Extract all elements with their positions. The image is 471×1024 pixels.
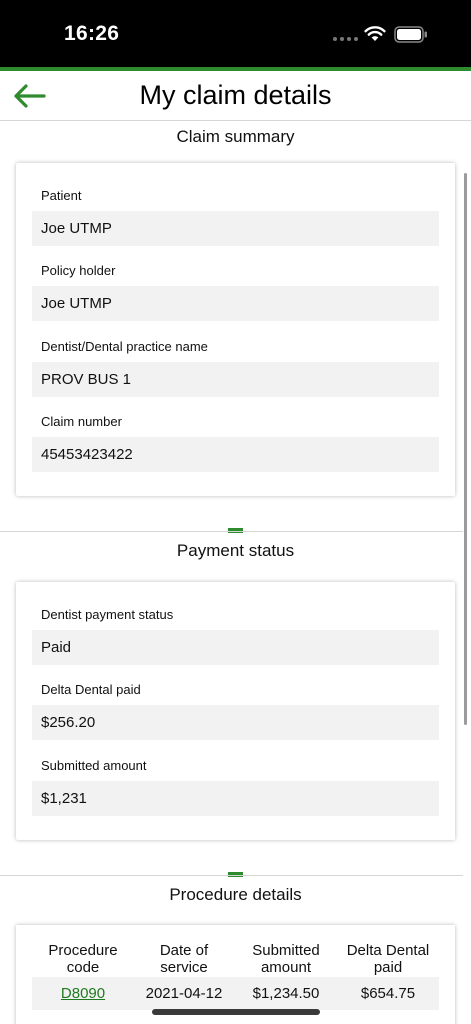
section-divider	[0, 531, 463, 532]
delta-dental-paid-label: Delta Dental paid	[41, 682, 141, 697]
column-header-date-of-service: Date of service	[134, 942, 234, 976]
column-header-line: Procedure	[48, 942, 118, 959]
column-header-line: paid	[373, 959, 403, 976]
column-header-line: Submitted	[252, 942, 320, 959]
status-time: 16:26	[64, 22, 120, 45]
date-of-service-cell: 2021-04-12	[145, 985, 223, 1002]
column-header-line: amount	[260, 959, 312, 976]
claim-number-value: 45453423422	[32, 437, 439, 472]
procedure-code-link[interactable]: D8090	[32, 985, 134, 1002]
column-header-submitted-amount: Submitted amount	[234, 942, 338, 976]
column-header-line: Date of	[159, 942, 209, 959]
dentist-label: Dentist/Dental practice name	[41, 339, 208, 354]
dentist-payment-status-label: Dentist payment status	[41, 607, 174, 622]
column-header-procedure-code: Procedure code	[32, 942, 134, 976]
column-header-line: code	[66, 959, 100, 976]
dentist-value: PROV BUS 1	[32, 362, 439, 397]
submitted-amount-cell: $1,234.50	[252, 985, 320, 1002]
patient-label: Patient	[41, 188, 82, 203]
column-header-line: Delta Dental	[346, 942, 430, 959]
submitted-amount-label: Submitted amount	[41, 758, 147, 773]
page-title: My claim details	[139, 80, 332, 110]
payment-status-card: Dentist payment status Paid Delta Dental…	[16, 582, 455, 840]
nav-header: My claim details	[0, 71, 471, 121]
status-bar: 16:26	[0, 0, 471, 67]
claim-number-label: Claim number	[41, 414, 122, 429]
wifi-icon	[364, 26, 386, 41]
dentist-payment-status-value: Paid	[32, 630, 439, 665]
patient-value: Joe UTMP	[32, 211, 439, 246]
column-header-line: service	[160, 959, 208, 976]
scrollbar[interactable]	[464, 173, 467, 725]
battery-icon	[394, 26, 427, 43]
home-indicator[interactable]	[152, 1009, 320, 1015]
delta-dental-paid-cell: $654.75	[360, 985, 416, 1002]
policy-holder-value: Joe UTMP	[32, 286, 439, 321]
payment-status-title: Payment status	[176, 541, 295, 560]
claim-summary-title: Claim summary	[176, 127, 295, 146]
procedure-details-title: Procedure details	[169, 885, 302, 904]
table-row: D8090 2021-04-12 $1,234.50 $654.75	[32, 977, 439, 1010]
section-divider	[0, 875, 463, 876]
policy-holder-label: Policy holder	[41, 263, 116, 278]
column-header-delta-dental-paid: Delta Dental paid	[338, 942, 438, 976]
cellular-signal-icon	[333, 37, 358, 41]
submitted-amount-value: $1,231	[32, 781, 439, 816]
delta-dental-paid-value: $256.20	[32, 705, 439, 740]
claim-summary-card: Patient Joe UTMP Policy holder Joe UTMP …	[16, 163, 455, 496]
